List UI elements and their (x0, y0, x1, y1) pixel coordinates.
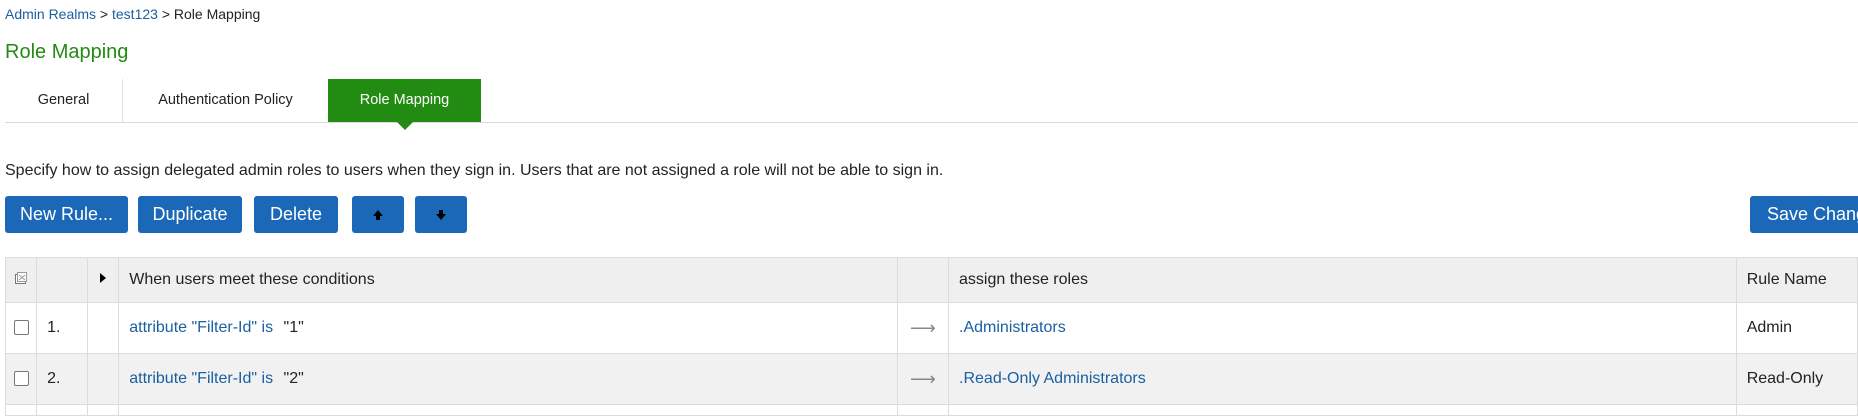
move-down-button[interactable] (415, 196, 467, 233)
table-header-row: When users meet these conditions assign … (4, 257, 1858, 303)
tab-bar: General Authentication Policy Role Mappi… (5, 79, 1858, 130)
row-checkbox[interactable] (13, 320, 29, 336)
row-number: 1. (36, 302, 89, 354)
duplicate-button[interactable]: Duplicate (138, 196, 242, 233)
breadcrumb-current: Role Mapping (173, 6, 261, 22)
arrow-right-icon: ⟶ (896, 353, 950, 405)
delete-button[interactable]: Delete (254, 196, 338, 233)
new-rule-button[interactable]: New Rule... (5, 196, 128, 233)
tab-role-mapping[interactable]: Role Mapping (328, 79, 481, 130)
save-changes-button[interactable]: Save Chang (1750, 196, 1858, 233)
select-all-header[interactable] (4, 257, 38, 303)
breadcrumb-realm[interactable]: test123 (112, 6, 158, 22)
breadcrumb-separator: > (99, 6, 109, 22)
breadcrumb-separator: > (161, 6, 171, 22)
rule-name-header: Rule Name (1735, 257, 1858, 303)
tab-authentication-policy[interactable]: Authentication Policy (123, 79, 328, 122)
table-row: 1. attribute "Filter-Id" is "1" ⟶ .Admin… (4, 302, 1858, 354)
role-link[interactable]: .Read-Only Administrators (959, 370, 1146, 387)
role-mapping-table: When users meet these conditions assign … (4, 257, 1858, 416)
condition-value: "1" (283, 319, 304, 336)
roles-header: assign these roles (948, 257, 1737, 303)
tab-general[interactable]: General (5, 79, 123, 122)
arrow-down-icon (436, 210, 446, 221)
rule-name: Read-Only (1735, 353, 1858, 405)
rule-name: Admin (1735, 302, 1858, 354)
page-description: Specify how to assign delegated admin ro… (5, 162, 944, 179)
expand-header[interactable] (87, 257, 120, 303)
arrow-header (896, 257, 950, 303)
expand-icon[interactable] (98, 272, 108, 284)
move-up-button[interactable] (352, 196, 404, 233)
conditions-header: When users meet these conditions (118, 257, 898, 303)
breadcrumb-admin-realms[interactable]: Admin Realms (5, 6, 96, 22)
arrow-right-icon: ⟶ (896, 302, 950, 354)
role-link[interactable]: .Administrators (959, 319, 1066, 336)
row-number: 2. (36, 353, 89, 405)
condition-link[interactable]: attribute "Filter-Id" is (129, 319, 273, 336)
condition-link[interactable]: attribute "Filter-Id" is (129, 370, 273, 387)
number-header (36, 257, 89, 303)
row-checkbox[interactable] (13, 371, 29, 387)
arrow-up-icon (373, 210, 383, 221)
table-row (4, 404, 1858, 416)
table-row: 2. attribute "Filter-Id" is "2" ⟶ .Read-… (4, 353, 1858, 405)
condition-value: "2" (283, 370, 304, 387)
page-title: Role Mapping (5, 41, 129, 63)
select-all-icon[interactable] (14, 271, 28, 285)
breadcrumb: Admin Realms > test123 > Role Mapping (5, 6, 260, 22)
